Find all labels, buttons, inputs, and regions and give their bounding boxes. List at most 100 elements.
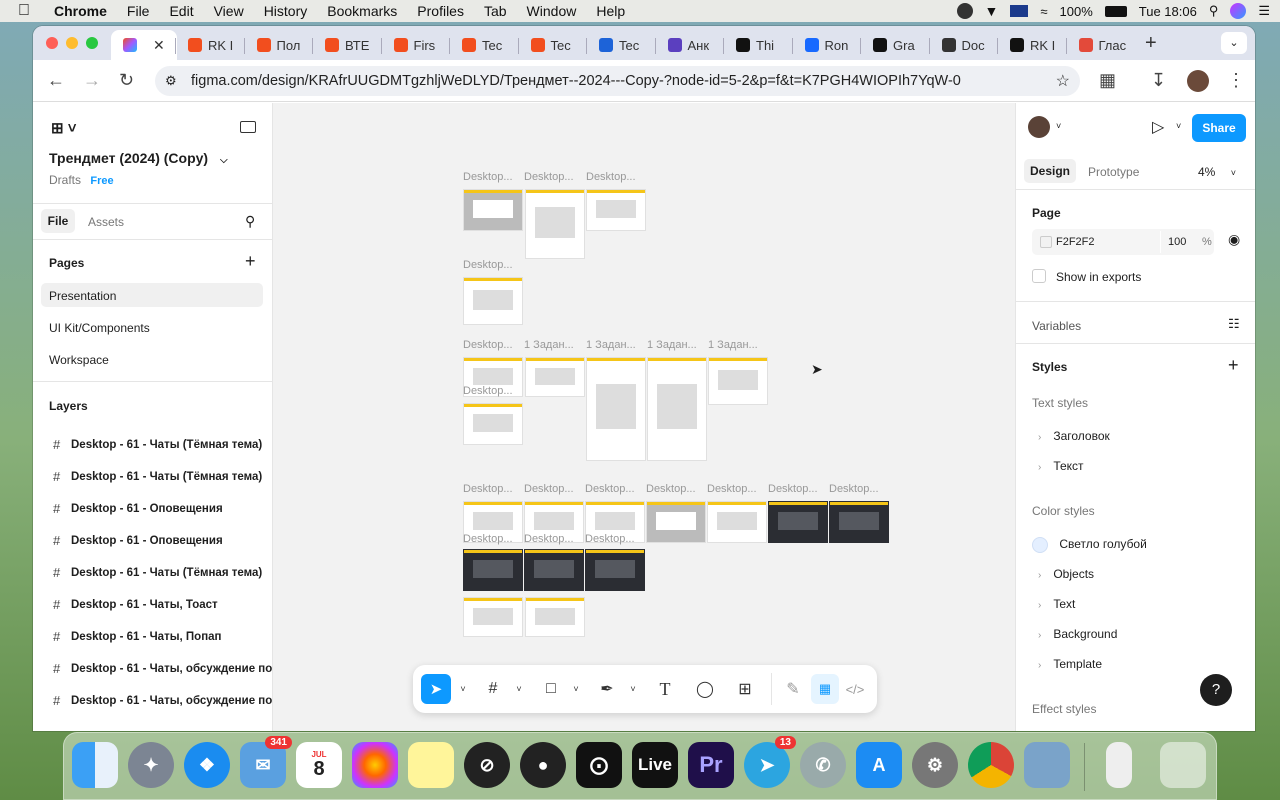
tab-item[interactable]: RK I: [178, 30, 240, 60]
chevron-down-icon[interactable]: ˅: [1176, 121, 1181, 131]
apple-icon[interactable]: : [18, 2, 38, 20]
layer-item[interactable]: # Desktop - 61 - Чаты (Тёмная тема): [53, 437, 262, 452]
wifi-icon[interactable]: ≈: [1040, 4, 1047, 19]
obs-icon[interactable]: ●: [520, 742, 566, 788]
app-icon[interactable]: ⊘: [464, 742, 510, 788]
tab-item[interactable]: ВТЕ: [315, 30, 377, 60]
premiere-icon[interactable]: Pr: [688, 742, 734, 788]
finder-icon[interactable]: [72, 742, 118, 788]
app-store-icon[interactable]: A: [856, 742, 902, 788]
page-color-field[interactable]: F2F2F2 100 %: [1032, 229, 1214, 255]
resources-tool[interactable]: ⊞: [733, 677, 757, 701]
frame-title[interactable]: Desktop...: [463, 533, 513, 545]
chevron-down-icon[interactable]: ˅: [507, 677, 531, 701]
file-name[interactable]: Трендмет (2024) (Copy) ⌵: [49, 150, 228, 166]
show-exports-checkbox[interactable]: [1032, 269, 1046, 283]
present-icon[interactable]: ▷: [1152, 117, 1164, 137]
frame-thumbnail[interactable]: [829, 501, 889, 543]
menu-help[interactable]: Help: [596, 3, 625, 19]
drafts-link[interactable]: Drafts: [49, 173, 81, 187]
site-info-icon[interactable]: ⚙: [165, 73, 177, 89]
url-field[interactable]: ⚙ figma.com/design/KRAfrUUGDMTgzhljWeDLY…: [155, 66, 1080, 96]
chevron-down-icon[interactable]: ˅: [1056, 121, 1061, 131]
frame-thumbnail[interactable]: [463, 277, 523, 325]
search-icon[interactable]: ⚲: [1209, 3, 1219, 19]
frame-title[interactable]: Desktop...: [463, 385, 513, 397]
calendar-icon[interactable]: JUL 8: [296, 742, 342, 788]
add-page-icon[interactable]: +: [245, 251, 256, 272]
layer-item[interactable]: # Desktop - 61 - Чаты (Тёмная тема): [53, 565, 262, 580]
app-icon[interactable]: ⨀: [576, 742, 622, 788]
profile-avatar[interactable]: [1187, 70, 1209, 92]
frame-title[interactable]: 1 Задан...: [708, 339, 758, 351]
new-tab-button[interactable]: +: [1145, 32, 1157, 55]
tab-item[interactable]: RK I: [1000, 30, 1062, 60]
tab-item[interactable]: Gra: [863, 30, 925, 60]
frame-title[interactable]: 1 Задан...: [647, 339, 697, 351]
menu-history[interactable]: History: [264, 3, 308, 19]
frame-title[interactable]: Desktop...: [463, 171, 513, 183]
frame-thumbnail[interactable]: [463, 549, 523, 591]
battery-icon[interactable]: [1104, 5, 1127, 17]
tab-item[interactable]: Tec: [452, 30, 514, 60]
frame-thumbnail[interactable]: [525, 357, 585, 397]
text-tool[interactable]: T: [653, 677, 677, 701]
tab-item[interactable]: Анк: [658, 30, 720, 60]
menu-profiles[interactable]: Profiles: [417, 3, 464, 19]
vpn-icon[interactable]: ▼: [985, 3, 999, 19]
frame-title[interactable]: Desktop...: [707, 483, 757, 495]
download-icon[interactable]: ↧: [1151, 70, 1166, 91]
frame-title[interactable]: Desktop...: [524, 171, 574, 183]
chevron-down-icon[interactable]: ˅: [621, 677, 645, 701]
zoom-level[interactable]: 4% ˅: [1198, 165, 1236, 179]
frame-thumbnail[interactable]: [586, 189, 646, 231]
forward-button[interactable]: →: [83, 70, 101, 91]
page-item-workspace[interactable]: Workspace: [49, 353, 109, 367]
frame-thumbnail[interactable]: [707, 501, 767, 543]
layer-item[interactable]: # Desktop - 61 - Чаты, Попап: [53, 629, 222, 644]
share-button[interactable]: Share: [1192, 114, 1246, 142]
menu-view[interactable]: View: [214, 3, 244, 19]
layer-item[interactable]: # Desktop - 61 - Чаты (Тёмная тема): [53, 469, 262, 484]
tab-item[interactable]: Firs: [384, 30, 446, 60]
layer-item[interactable]: # Desktop - 61 - Чаты, Тоаст: [53, 597, 218, 612]
eye-icon[interactable]: ◉: [1228, 231, 1240, 248]
add-style-icon[interactable]: +: [1228, 355, 1239, 376]
chevron-down-icon[interactable]: ˅: [451, 677, 475, 701]
menu-bookmarks[interactable]: Bookmarks: [327, 3, 397, 19]
chevron-down-icon[interactable]: ˅: [564, 677, 588, 701]
figma-menu-icon[interactable]: ⊞ ˅: [51, 119, 77, 137]
status-icon[interactable]: [956, 3, 973, 19]
color-group-item[interactable]: › Text: [1038, 597, 1075, 611]
variables-title[interactable]: Variables: [1032, 319, 1081, 333]
clock[interactable]: Tue 18:06: [1139, 4, 1197, 19]
frame-title[interactable]: 1 Задан...: [586, 339, 636, 351]
mail-icon[interactable]: ✉ 341: [240, 736, 292, 788]
frame-thumbnail[interactable]: [585, 549, 645, 591]
frame-title[interactable]: Desktop...: [586, 171, 636, 183]
frame-title[interactable]: Desktop...: [463, 259, 513, 271]
tab-assets[interactable]: Assets: [88, 215, 124, 229]
frame-thumbnail[interactable]: [524, 549, 584, 591]
text-style-item[interactable]: › Текст: [1038, 459, 1084, 473]
extensions-icon[interactable]: ▦: [1099, 70, 1116, 91]
page-color-value[interactable]: F2F2F2: [1056, 236, 1095, 248]
frame-tool[interactable]: #: [481, 677, 505, 701]
shape-tool[interactable]: □: [539, 677, 563, 701]
reload-button[interactable]: ↻: [119, 70, 134, 91]
control-center-icon[interactable]: ☰: [1258, 3, 1270, 19]
launchpad-icon[interactable]: ✦: [128, 742, 174, 788]
preview-icon[interactable]: [1024, 742, 1070, 788]
frame-thumbnail[interactable]: [463, 597, 523, 637]
tab-prototype[interactable]: Prototype: [1088, 165, 1139, 179]
frame-title[interactable]: Desktop...: [585, 533, 635, 545]
draw-mode-icon[interactable]: ✎: [781, 677, 805, 701]
safari-icon[interactable]: ❖: [184, 742, 230, 788]
plan-badge[interactable]: Free: [90, 175, 113, 187]
frame-title[interactable]: Desktop...: [524, 533, 574, 545]
siri-icon[interactable]: [1230, 3, 1247, 19]
menu-tab[interactable]: Tab: [484, 3, 507, 19]
flag-icon[interactable]: [1010, 5, 1029, 17]
tab-design[interactable]: Design: [1024, 159, 1076, 183]
tab-item[interactable]: Пол: [247, 30, 309, 60]
